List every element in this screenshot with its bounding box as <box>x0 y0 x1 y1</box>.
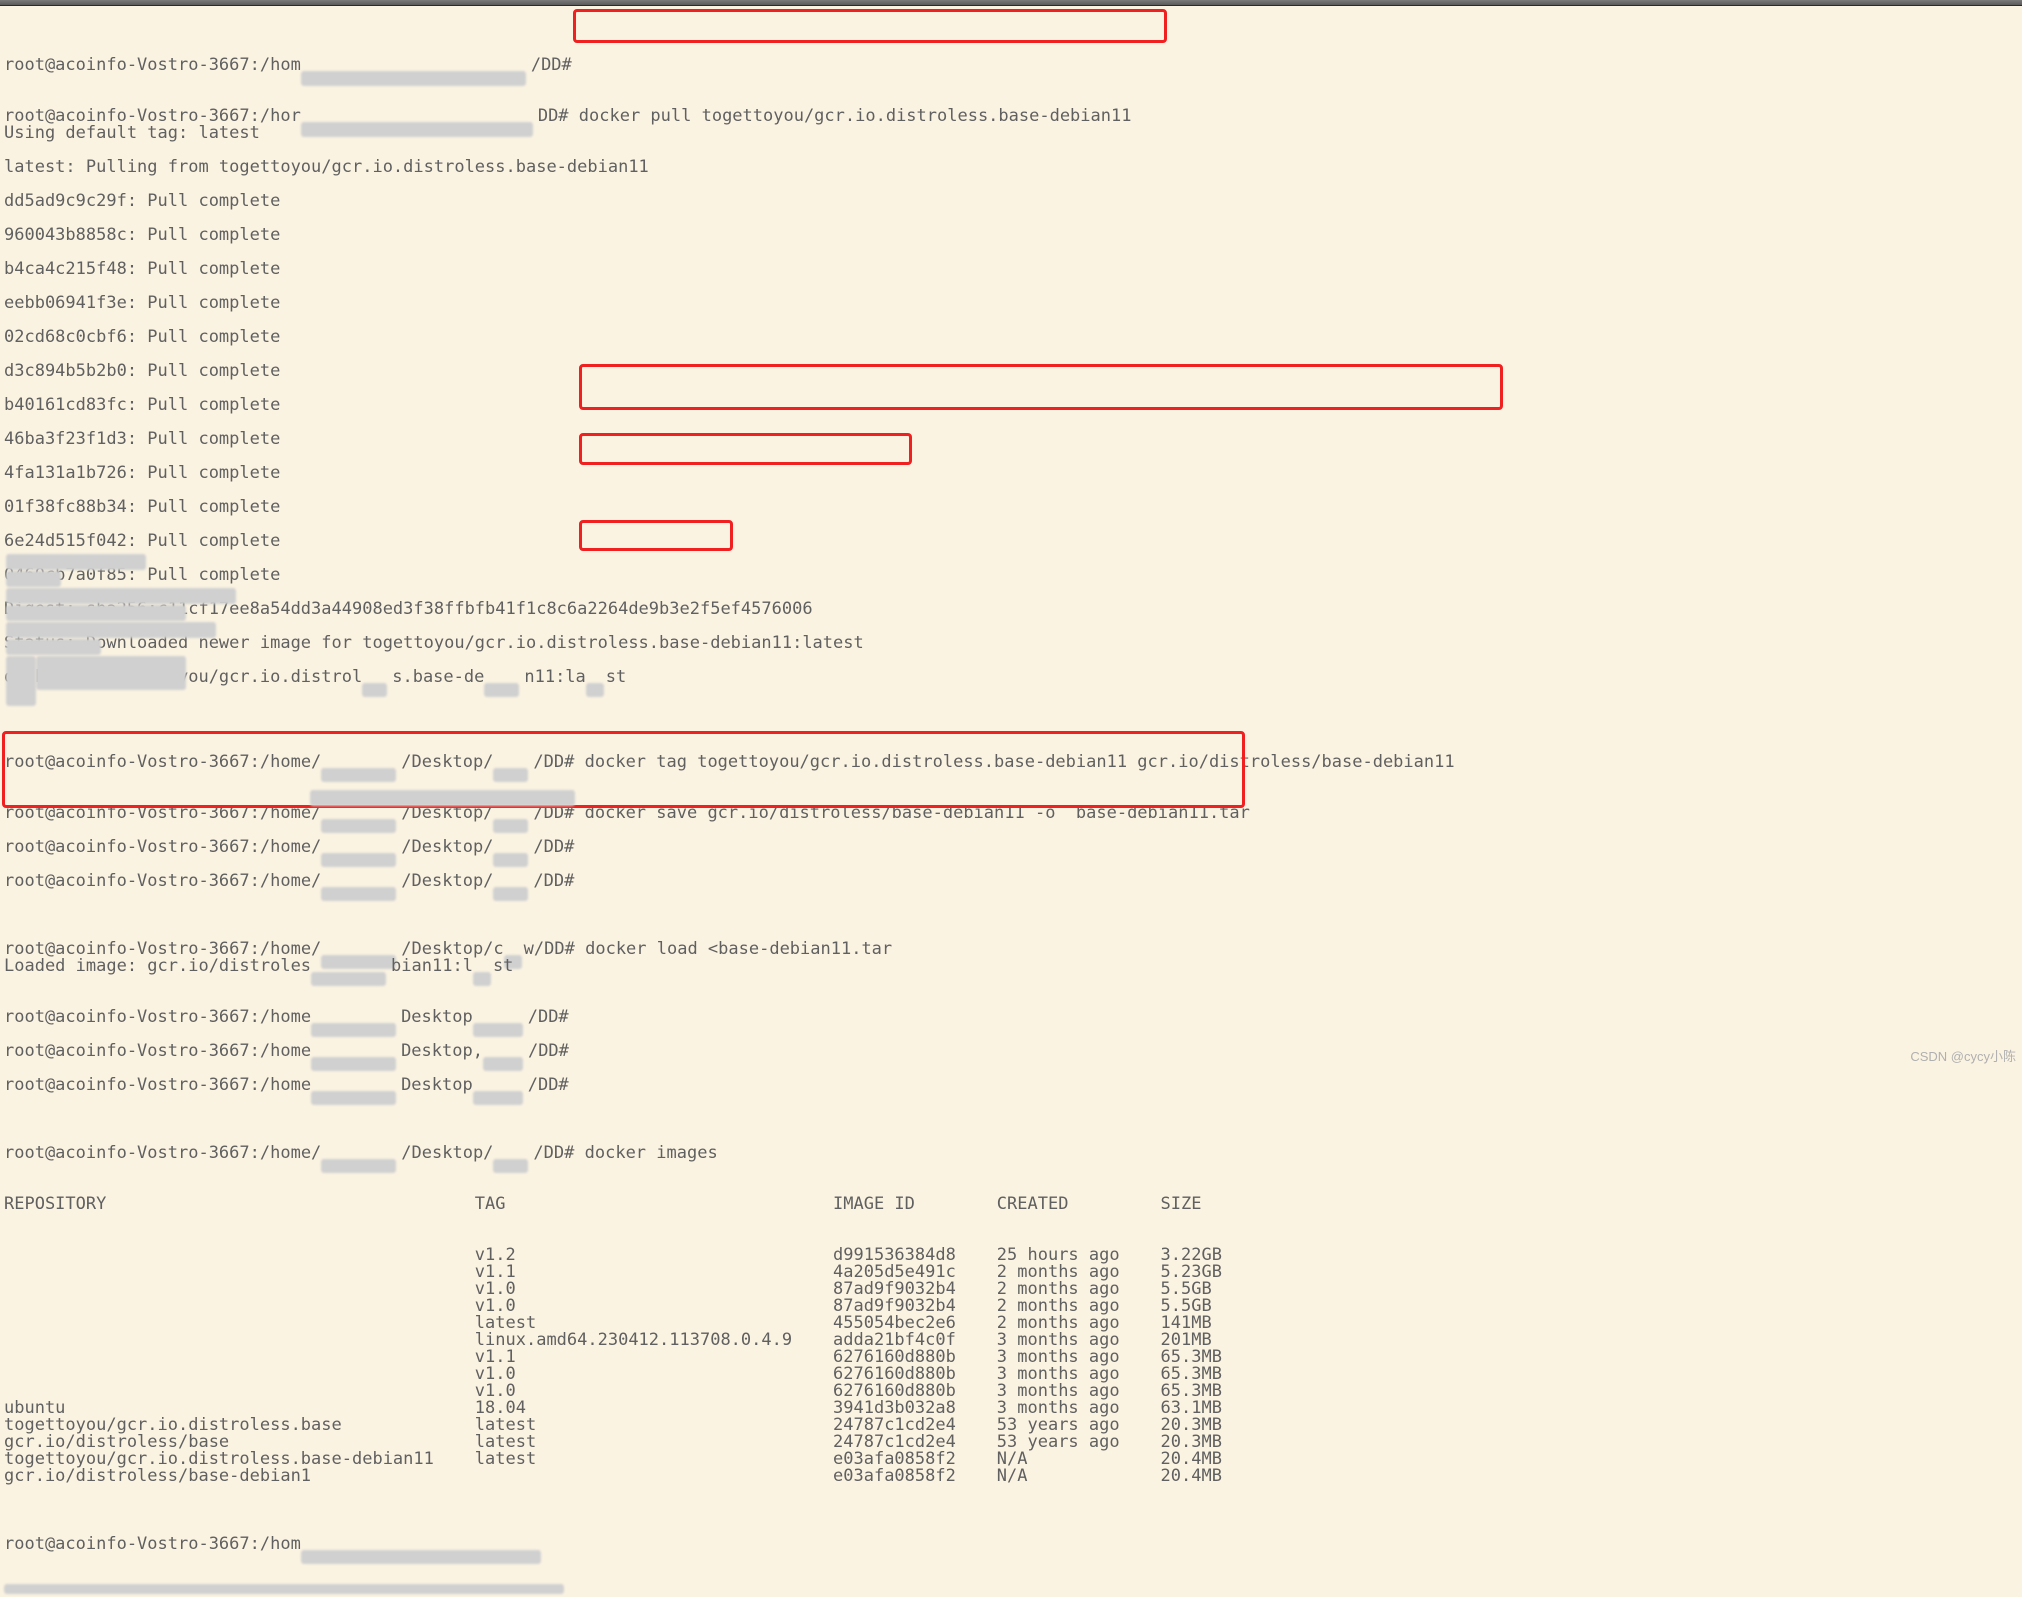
prompt-line: root@acoinfo-Vostro-3667:/home//Desktop/… <box>4 839 2018 856</box>
redacted <box>310 790 575 806</box>
dockerio-line: docker.io/togettoyou/gcr.io.distrols.bas… <box>4 669 2018 686</box>
watermark: CSDN @cycy小陈 <box>1910 1048 2016 1065</box>
prompt-path: /home/ <box>260 752 321 772</box>
table-row: linux.amd64.230412.113708.0.4.9 adda21bf… <box>4 1332 2018 1349</box>
pull-default: Using default tag: latest <box>4 125 2018 142</box>
layer: b40161cd83fc: Pull complete <box>4 397 2018 414</box>
table-row: v1.0 6276160d880b 3 months ago 65.3MB <box>4 1383 2018 1400</box>
layer: d3c894b5b2b0: Pull complete <box>4 363 2018 380</box>
docker-save-cmd: docker save gcr.io/distroless/base-debia… <box>585 803 1250 823</box>
layer: 0460cb7a0f85: Pull complete <box>4 567 2018 584</box>
redacted <box>6 554 146 570</box>
terminal-output[interactable]: root@acoinfo-Vostro-3667:/hom/DD# root@a… <box>0 6 2022 1597</box>
prompt-line: root@acoinfo-Vostro-3667:/hom/DD# <box>4 40 2018 57</box>
layer: 01f38fc88b34: Pull complete <box>4 499 2018 516</box>
loaded-line: Loaded image: gcr.io/distrolesbian11:lst <box>4 958 2018 975</box>
layer: 6e24d515f042: Pull complete <box>4 533 2018 550</box>
prompt-desktop: /Desktop/ <box>401 752 493 772</box>
digest: Digest: sha256:c11cf17ee8a54dd3a44908ed3… <box>4 601 2018 618</box>
prompt-path: /hor <box>260 106 301 126</box>
layer: 960043b8858c: Pull complete <box>4 227 2018 244</box>
table-row: gcr.io/distroless/base latest 24787c1cd2… <box>4 1434 2018 1451</box>
layer: eebb06941f3e: Pull complete <box>4 295 2018 312</box>
table-header: REPOSITORY TAG IMAGE ID CREATED SIZE <box>4 1196 2018 1213</box>
redacted <box>6 605 186 621</box>
layer: 02cd68c0cbf6: Pull complete <box>4 329 2018 346</box>
table-row: v1.0 87ad9f9032b4 2 months ago 5.5GB <box>4 1281 2018 1298</box>
redacted <box>6 656 36 706</box>
redacted <box>6 571 61 587</box>
prompt-line: root@acoinfo-Vostro-3667:/home//Desktop/… <box>4 1128 2018 1145</box>
table-row: v1.1 4a205d5e491c 2 months ago 5.23GB <box>4 1264 2018 1281</box>
status-line: Status: Downloaded newer image for toget… <box>4 635 2018 652</box>
prompt-line: root@acoinfo-Vostro-3667:/home//Desktop/… <box>4 737 2018 754</box>
layer: 4fa131a1b726: Pull complete <box>4 465 2018 482</box>
prompt-host: root@acoinfo-Vostro-3667: <box>4 55 260 75</box>
prompt-line: root@acoinfo-Vostro-3667:/homeDesktop/DD… <box>4 1009 2018 1026</box>
table-row: gcr.io/distroless/base-debian1 e03afa085… <box>4 1468 2018 1485</box>
prompt-suffix: /DD# <box>533 752 574 772</box>
table-row: v1.0 6276160d880b 3 months ago 65.3MB <box>4 1366 2018 1383</box>
table-row: togettoyou/gcr.io.distroless.base-debian… <box>4 1451 2018 1468</box>
prompt-host: root@acoinfo-Vostro-3667: <box>4 752 260 772</box>
prompt-suffix: /DD# <box>531 55 572 75</box>
docker-tag-cmd: docker tag togettoyou/gcr.io.distroless.… <box>585 752 1455 772</box>
prompt-line: root@acoinfo-Vostro-3667:/home//Desktop/… <box>4 924 2018 941</box>
layer: b4ca4c215f48: Pull complete <box>4 261 2018 278</box>
docker-images-cmd: docker images <box>585 1143 718 1163</box>
layer: 46ba3f23f1d3: Pull complete <box>4 431 2018 448</box>
prompt-line: root@acoinfo-Vostro-3667:/home//Desktop/… <box>4 873 2018 890</box>
table-row: v1.0 87ad9f9032b4 2 months ago 5.5GB <box>4 1298 2018 1315</box>
table-row: ubuntu 18.04 3941d3b032a8 3 months ago 6… <box>4 1400 2018 1417</box>
pull-from: latest: Pulling from togettoyou/gcr.io.d… <box>4 159 2018 176</box>
docker-pull-cmd: docker pull togettoyou/gcr.io.distroless… <box>569 106 1132 126</box>
prompt-line: root@acoinfo-Vostro-3667:/home//Desktop/… <box>4 788 2018 805</box>
prompt-path: /hom <box>260 55 301 75</box>
prompt-line <box>4 1570 2018 1580</box>
redacted <box>6 588 236 604</box>
table-row: v1.1 6276160d880b 3 months ago 65.3MB <box>4 1349 2018 1366</box>
redacted <box>6 622 216 638</box>
redacted <box>6 639 101 655</box>
redacted <box>36 656 186 690</box>
table-row: latest 455054bec2e6 2 months ago 141MB <box>4 1315 2018 1332</box>
prompt-line: root@acoinfo-Vostro-3667:/homeDesktop/DD… <box>4 1077 2018 1094</box>
prompt-line: root@acoinfo-Vostro-3667:/homeDesktop,/D… <box>4 1043 2018 1060</box>
table-row: togettoyou/gcr.io.distroless.base latest… <box>4 1417 2018 1434</box>
prompt-line: root@acoinfo-Vostro-3667:/hom <box>4 1536 2018 1553</box>
prompt-line: root@acoinfo-Vostro-3667:/horDD# docker … <box>4 91 2018 108</box>
table-row: v1.2 d991536384d8 25 hours ago 3.22GB <box>4 1247 2018 1264</box>
docker-load-cmd: docker load <base-debian11.tar <box>585 939 892 959</box>
layer: dd5ad9c9c29f: Pull complete <box>4 193 2018 210</box>
